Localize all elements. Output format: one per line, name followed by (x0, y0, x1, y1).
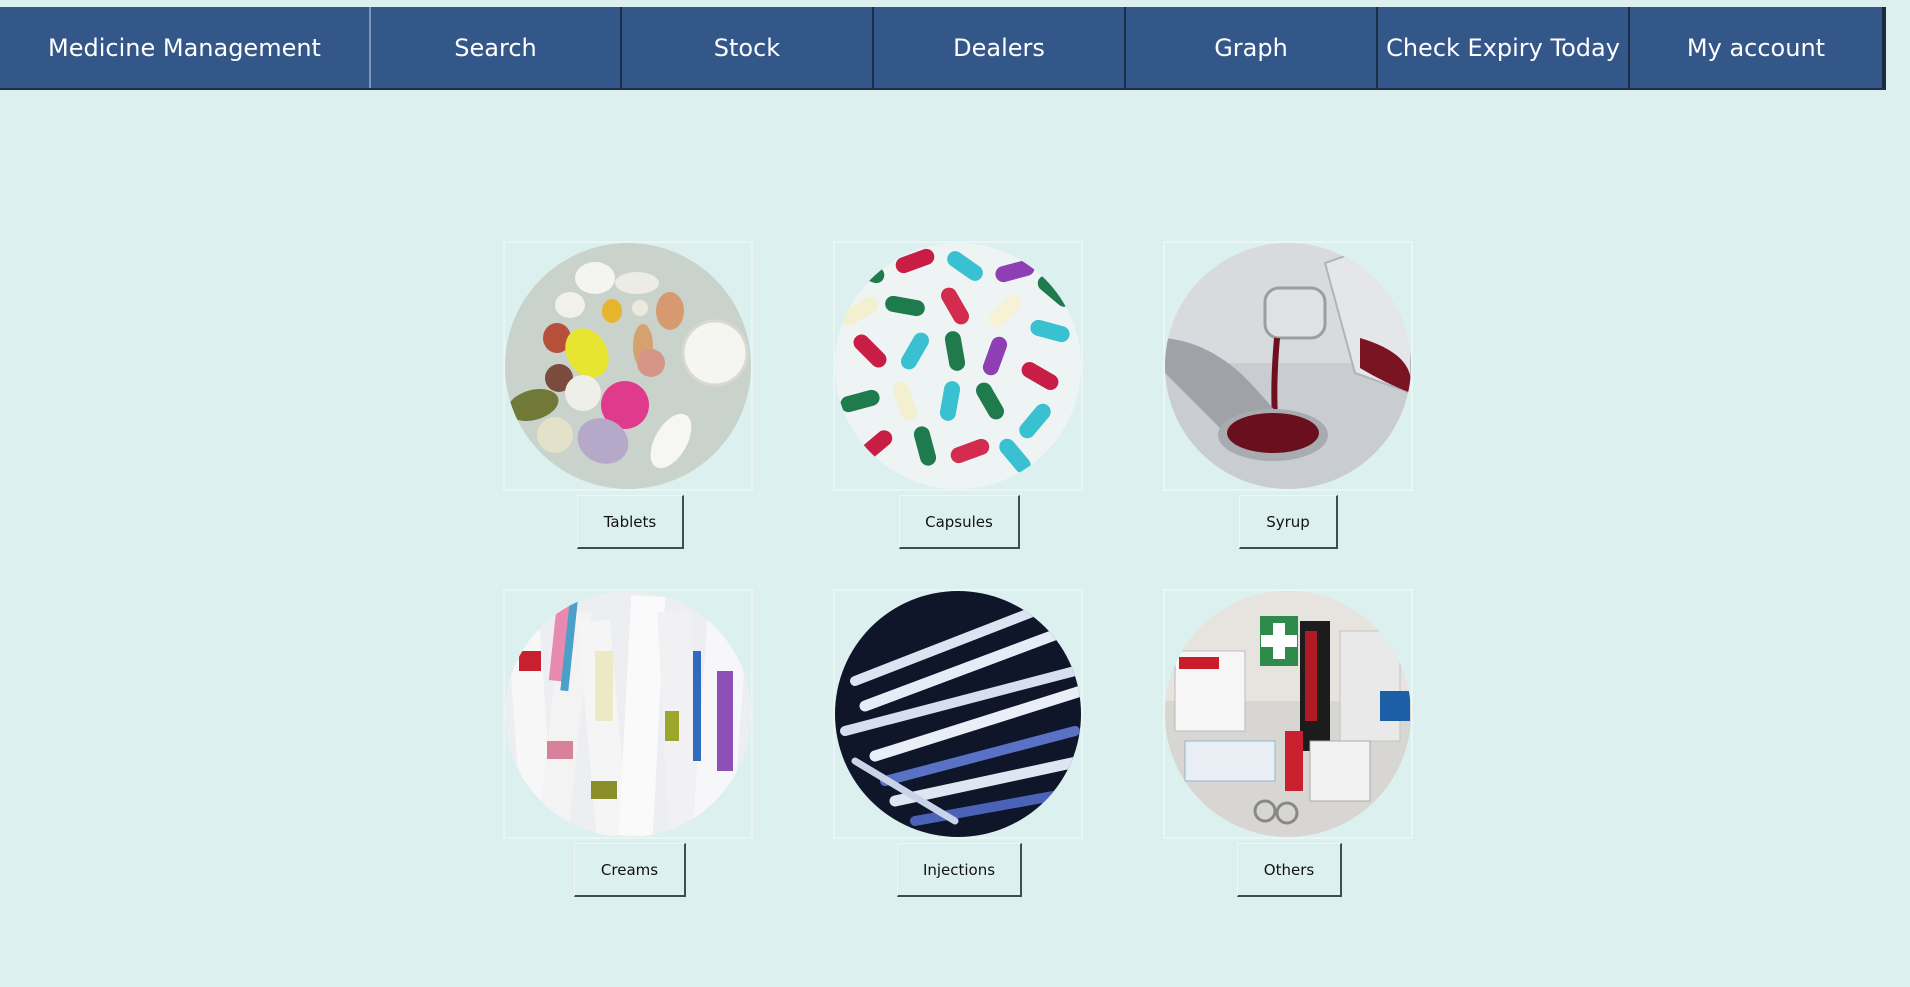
nav-edge-divider (1884, 7, 1886, 88)
nav-graph[interactable]: Graph (1126, 7, 1378, 88)
tablets-image-tile[interactable] (503, 241, 753, 491)
nav-search[interactable]: Search (370, 7, 622, 88)
nav-stock[interactable]: Stock (622, 7, 874, 88)
nav-brand[interactable]: Medicine Management (0, 7, 370, 88)
syrup-button[interactable]: Syrup (1239, 495, 1338, 549)
others-image-tile[interactable] (1163, 589, 1413, 839)
injections-image (835, 591, 1081, 837)
capsules-image (835, 243, 1081, 489)
top-navigation-bar: Medicine Management Search Stock Dealers… (0, 7, 1886, 90)
syrup-image (1165, 243, 1411, 489)
tablets-button[interactable]: Tablets (577, 495, 684, 549)
capsules-button[interactable]: Capsules (899, 495, 1020, 549)
nav-dealers[interactable]: Dealers (874, 7, 1126, 88)
top-strip (0, 0, 1910, 7)
syrup-image-tile[interactable] (1163, 241, 1413, 491)
others-image (1165, 591, 1411, 837)
nav-check-expiry-today[interactable]: Check Expiry Today (1378, 7, 1630, 88)
creams-image (505, 591, 751, 837)
tablets-image (505, 243, 751, 489)
nav-my-account[interactable]: My account (1630, 7, 1884, 88)
injections-button[interactable]: Injections (897, 843, 1022, 897)
others-button[interactable]: Others (1237, 843, 1342, 897)
injections-image-tile[interactable] (833, 589, 1083, 839)
creams-button[interactable]: Creams (574, 843, 686, 897)
capsules-image-tile[interactable] (833, 241, 1083, 491)
creams-image-tile[interactable] (503, 589, 753, 839)
